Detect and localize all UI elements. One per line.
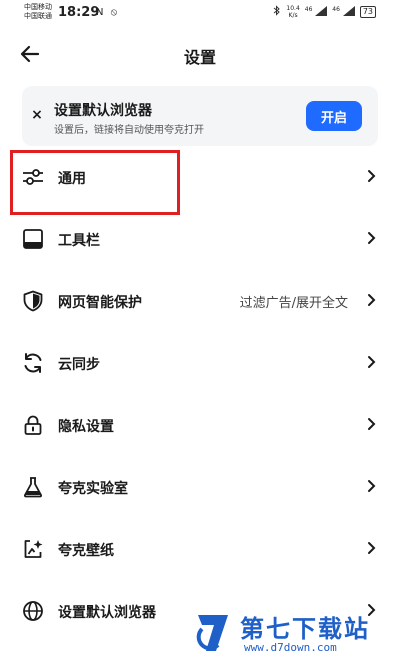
menu-label: 夸克实验室 xyxy=(58,481,128,497)
enable-button[interactable]: 开启 xyxy=(306,101,362,131)
default-browser-banner: × 设置默认浏览器 设置后，链接将自动使用夸克打开 开启 xyxy=(22,86,378,146)
menu-label: 云同步 xyxy=(58,357,100,373)
status-time: 18:29 xyxy=(58,5,100,20)
chevron-right-icon xyxy=(368,232,376,244)
chevron-right-icon xyxy=(368,170,376,182)
menu-value: 过滤广告/展开全文 xyxy=(239,296,348,311)
header: 设置 xyxy=(0,32,400,78)
carrier-1: 中国移动 xyxy=(24,3,52,11)
menu-item-wallpaper[interactable]: 夸克壁纸 xyxy=(0,519,400,581)
battery-icon: 73 xyxy=(359,6,376,18)
page-title: 设置 xyxy=(183,48,216,67)
signal-icon-b: 46 xyxy=(332,5,355,19)
bluetooth-icon xyxy=(273,5,281,19)
site-watermark: 第七下载站 www.d7down.com xyxy=(192,603,392,659)
chevron-right-icon xyxy=(368,294,376,306)
banner-description: 设置后，链接将自动使用夸克打开 xyxy=(54,125,204,136)
carrier-names: 中国移动 中国联通 xyxy=(24,3,52,21)
status-right: 10.4 K/s 46 46 73 xyxy=(273,5,376,19)
watermark-logo-icon xyxy=(196,615,228,651)
net-speed: 10.4 K/s xyxy=(286,5,300,19)
menu-label: 工具栏 xyxy=(58,233,100,249)
notification-icons: N ⦸ xyxy=(96,7,120,18)
menu-label: 夸克壁纸 xyxy=(58,543,114,559)
lock-icon xyxy=(24,415,42,435)
sync-icon xyxy=(24,353,42,373)
chevron-right-icon xyxy=(368,356,376,368)
banner-title: 设置默认浏览器 xyxy=(54,103,152,119)
menu-item-lab[interactable]: 夸克实验室 xyxy=(0,457,400,519)
globe-icon xyxy=(23,601,43,621)
carrier-2: 中国联通 xyxy=(24,12,52,20)
wallpaper-icon xyxy=(24,540,43,558)
signal-icon-a: 46 xyxy=(305,5,328,19)
menu-item-privacy[interactable]: 隐私设置 xyxy=(0,395,400,457)
chevron-right-icon xyxy=(368,418,376,430)
toolbar-icon xyxy=(23,229,43,249)
chevron-right-icon xyxy=(368,480,376,492)
banner-close-icon[interactable]: × xyxy=(30,108,44,122)
menu-label: 网页智能保护 xyxy=(58,295,142,311)
watermark-name: 第七下载站 xyxy=(240,615,370,643)
highlight-annotation xyxy=(10,150,180,215)
watermark-url: www.d7down.com xyxy=(244,641,337,654)
chevron-right-icon xyxy=(368,542,376,554)
menu-label: 设置默认浏览器 xyxy=(58,605,156,621)
status-bar: 中国移动 中国联通 18:29 N ⦸ 10.4 K/s 46 46 73 xyxy=(0,0,400,26)
menu-item-toolbar[interactable]: 工具栏 xyxy=(0,209,400,271)
menu-item-web-protection[interactable]: 网页智能保护 过滤广告/展开全文 xyxy=(0,271,400,333)
flask-icon xyxy=(23,477,43,498)
menu-label: 隐私设置 xyxy=(58,419,114,435)
menu-item-cloud-sync[interactable]: 云同步 xyxy=(0,333,400,395)
shield-icon xyxy=(23,290,43,312)
